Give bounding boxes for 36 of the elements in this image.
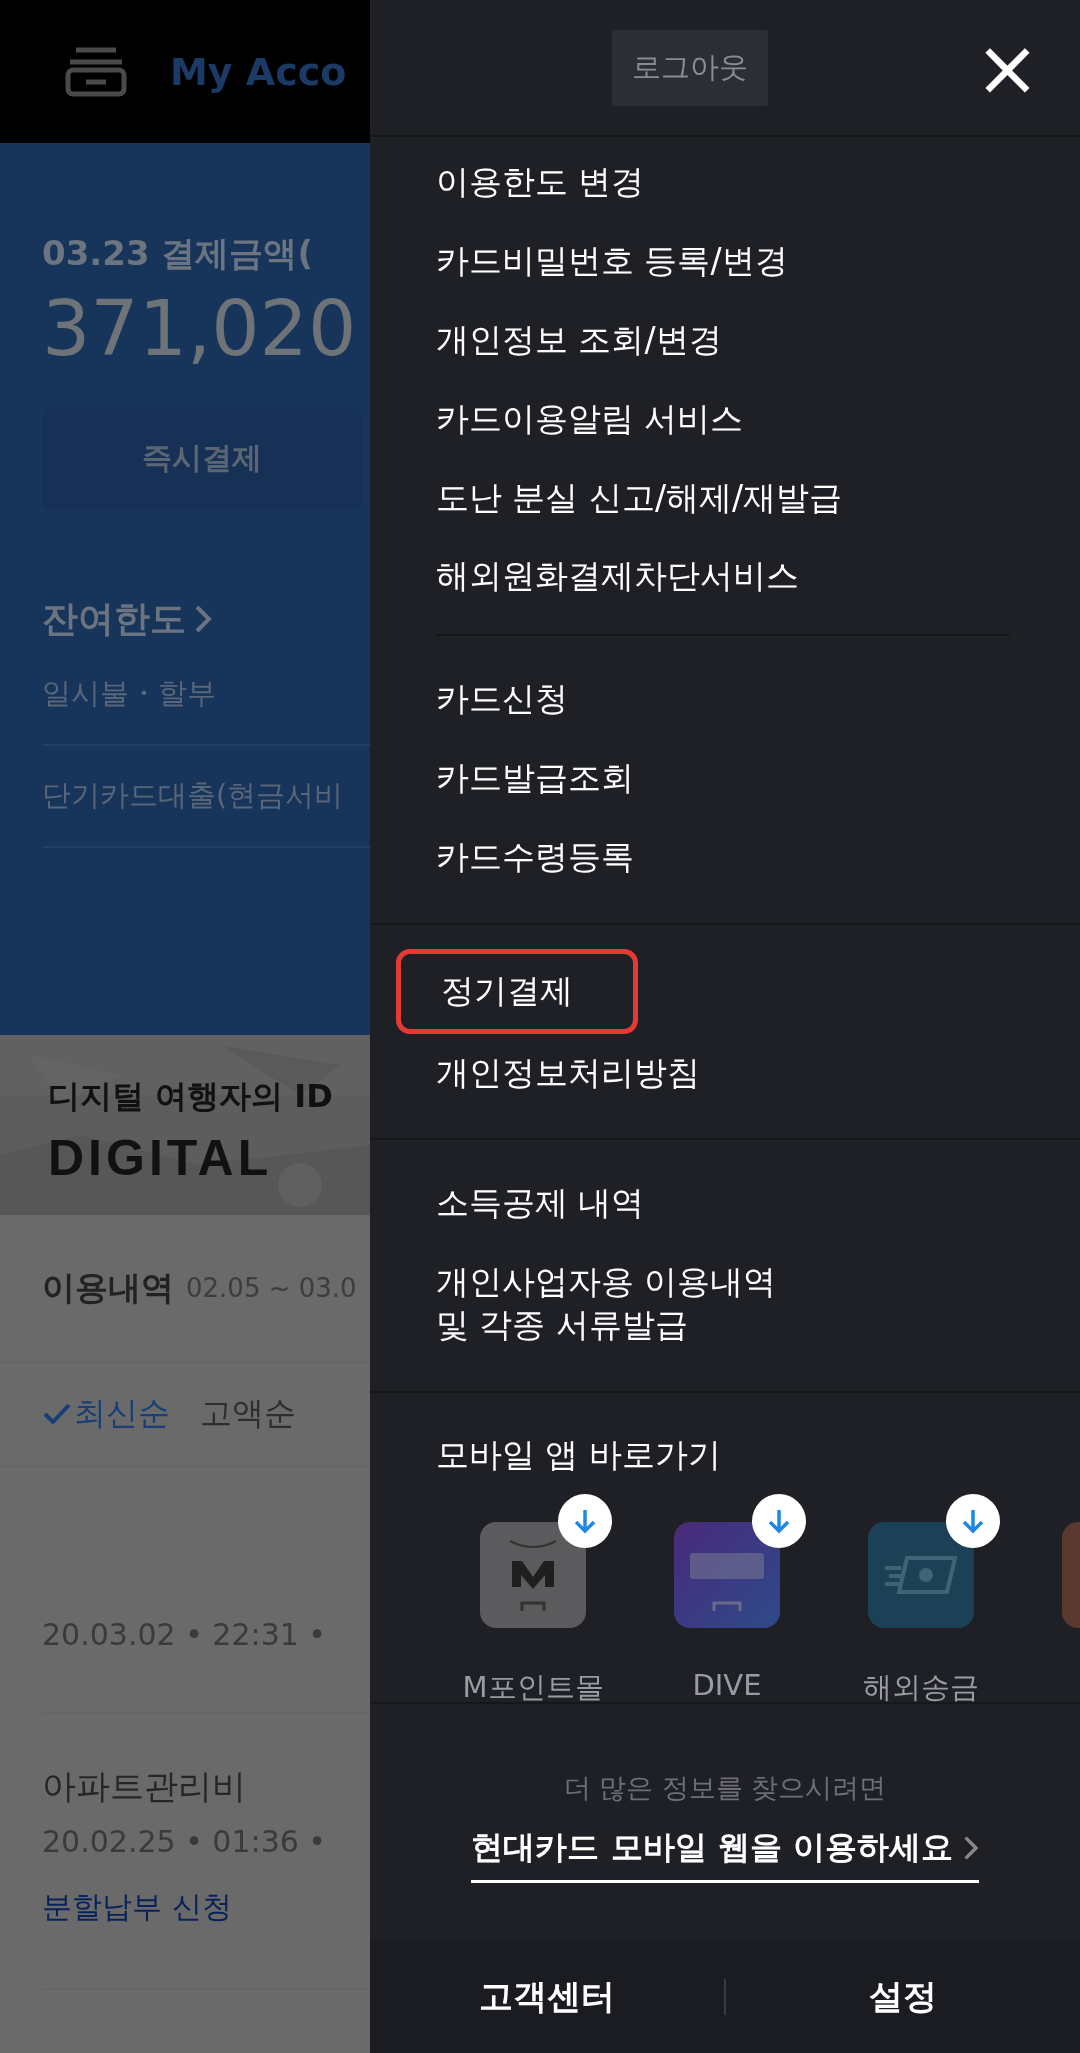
billing-amount: 371,020: [42, 287, 358, 371]
chevron-right-icon: [194, 604, 212, 635]
merchant-name: 아파트관리비: [42, 1765, 247, 1808]
menu-item[interactable]: 도난 분실 신고/해제/재발급: [436, 458, 843, 538]
banner-title: DIGITAL: [48, 1129, 274, 1187]
download-icon[interactable]: [946, 1494, 1000, 1549]
menu-item[interactable]: 정기결제: [396, 948, 638, 1034]
close-button[interactable]: ×: [964, 28, 1050, 107]
menu-item[interactable]: 카드신청: [436, 659, 568, 739]
download-icon[interactable]: [558, 1494, 612, 1549]
chevron-right-icon: [962, 1835, 979, 1862]
menu-item[interactable]: 해외원화결제차단서비스: [436, 537, 799, 617]
apps-section-title: 모바일 앱 바로가기: [436, 1434, 722, 1477]
menu-item[interactable]: 개인사업자용 이용내역 및 각종 서류발급: [436, 1243, 777, 1366]
menu-item[interactable]: 개인정보처리방침: [436, 1033, 700, 1113]
app-name[interactable]: DIVE: [692, 1668, 762, 1703]
check-icon: [42, 1401, 72, 1427]
menu-item[interactable]: 소득공제 내역: [436, 1164, 645, 1244]
menu-item[interactable]: 이용한도 변경: [436, 143, 645, 222]
billing-date-label: 03.23 결제금액(: [42, 232, 314, 275]
logout-button[interactable]: 로그아웃: [612, 29, 768, 106]
menu-item[interactable]: 카드이용알림 서비스: [436, 379, 744, 459]
menu-item[interactable]: 카드발급조회: [436, 738, 634, 818]
more-info-hint: 더 많은 정보를 찾으시려면: [563, 1771, 887, 1806]
app-name[interactable]: M포인트몰: [462, 1668, 604, 1703]
mobile-web-link[interactable]: 현대카드 모바일 웹을 이용하세요: [471, 1826, 979, 1884]
menu-item[interactable]: 개인정보 조회/변경: [436, 300, 722, 380]
menu-item[interactable]: 카드수령등록: [436, 817, 634, 897]
footer-button[interactable]: 설정: [726, 1973, 1080, 2022]
menu-item[interactable]: 카드비밀번호 등록/변경: [436, 221, 788, 301]
page-title: My Acco: [170, 49, 347, 94]
app-name[interactable]: 해외송금: [863, 1668, 979, 1703]
history-title: 이용내역: [42, 1266, 174, 1309]
footer-button[interactable]: 고객센터: [370, 1973, 724, 2022]
banner-headline: 디지털 여행자의 ID: [48, 1076, 334, 1117]
download-icon[interactable]: [752, 1494, 806, 1549]
